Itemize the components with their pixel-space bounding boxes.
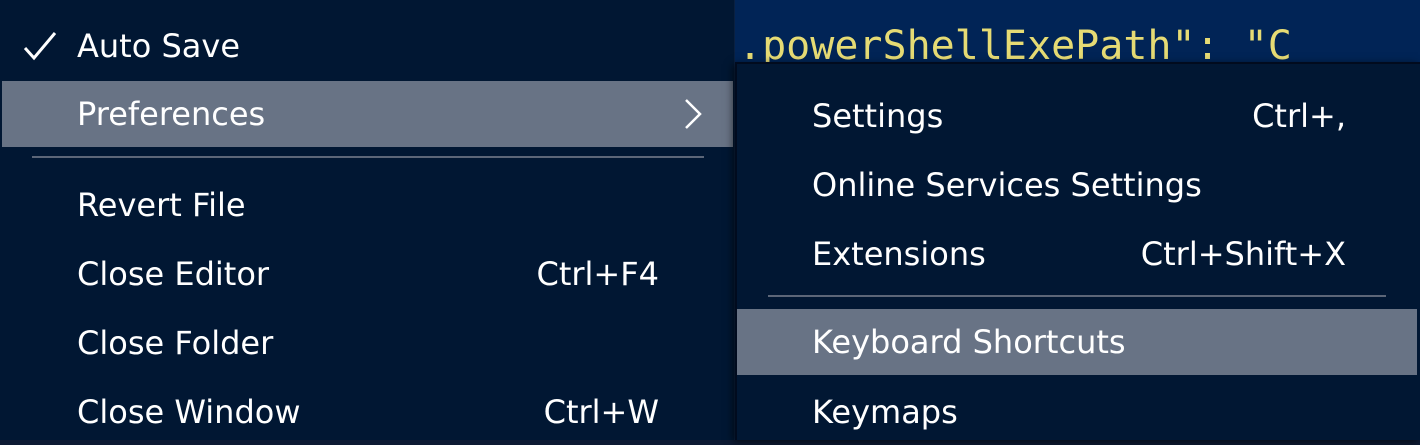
- menu-item-preferences[interactable]: Preferences: [2, 81, 733, 147]
- menu-item-keymaps[interactable]: Keymaps: [737, 379, 1417, 445]
- menu-item-label: Online Services Settings: [812, 166, 1202, 204]
- menu-item-keyboard-shortcuts[interactable]: Keyboard Shortcuts: [737, 309, 1417, 375]
- menu-item-extensions[interactable]: Extensions Ctrl+Shift+X: [737, 221, 1417, 287]
- menu-item-label: Close Editor: [77, 255, 270, 293]
- menu-item-shortcut: Ctrl+F4: [536, 255, 659, 293]
- menu-item-label: Extensions: [812, 235, 986, 273]
- menu-item-label: Keyboard Shortcuts: [812, 323, 1126, 361]
- menu-item-label: Auto Save: [77, 27, 241, 65]
- menu-separator: [32, 156, 704, 158]
- menu-item-label: Preferences: [77, 95, 266, 133]
- menu-item-auto-save[interactable]: Auto Save: [2, 13, 733, 79]
- file-menu: Auto Save Preferences Revert File Close …: [0, 0, 735, 440]
- menu-item-label: Settings: [812, 97, 944, 135]
- menu-item-close-editor[interactable]: Close Editor Ctrl+F4: [2, 241, 733, 307]
- menu-item-shortcut: Ctrl+W: [543, 393, 659, 431]
- chevron-right-icon: [685, 99, 702, 129]
- menu-item-settings[interactable]: Settings Ctrl+,: [737, 83, 1417, 149]
- checkmark-icon: [23, 32, 57, 61]
- menu-item-online-services-settings[interactable]: Online Services Settings: [737, 152, 1417, 218]
- menu-item-label: Keymaps: [812, 393, 958, 431]
- menu-item-shortcut: Ctrl+Shift+X: [1140, 235, 1346, 273]
- menu-item-label: Close Window: [77, 393, 301, 431]
- menu-item-shortcut: Ctrl+,: [1252, 97, 1346, 135]
- menu-item-label: Revert File: [77, 186, 246, 224]
- menu-item-close-folder[interactable]: Close Folder: [2, 310, 733, 376]
- menu-item-close-window[interactable]: Close Window Ctrl+W: [2, 379, 733, 445]
- menu-separator: [768, 295, 1386, 297]
- preferences-submenu: Settings Ctrl+, Online Services Settings…: [735, 62, 1420, 440]
- menu-item-revert-file[interactable]: Revert File: [2, 172, 733, 238]
- menu-item-label: Close Folder: [77, 324, 274, 362]
